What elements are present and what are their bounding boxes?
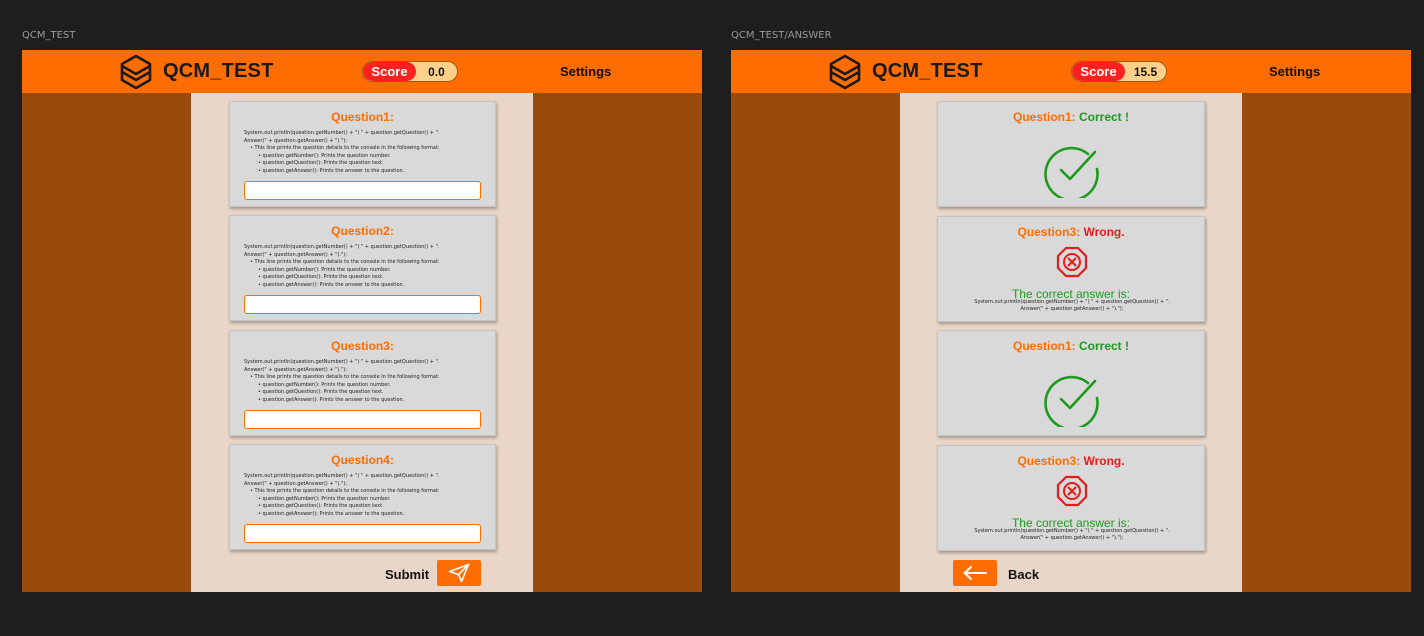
arrow-left-icon bbox=[963, 566, 987, 580]
question-number: Question1: bbox=[1012, 339, 1076, 353]
score-label: Score bbox=[363, 62, 416, 81]
top-bar: QCM_TEST Score 15.5 Settings bbox=[731, 50, 1411, 93]
question-title: Question4: bbox=[331, 453, 394, 467]
question-title: Question1: bbox=[331, 110, 394, 124]
code-line: Answer(" + question.getAnswer() + ")."); bbox=[244, 251, 347, 258]
score-badge: Score 15.5 bbox=[1071, 61, 1167, 82]
x-octagon-icon bbox=[1056, 246, 1088, 278]
app-title[interactable]: QCM_TEST bbox=[872, 60, 983, 83]
list-item: question.getNumber(): Prints the questio… bbox=[244, 267, 489, 275]
result-title: Question3: Wrong. bbox=[938, 454, 1204, 468]
verdict-wrong: Wrong. bbox=[1083, 454, 1125, 468]
code-line: System.out.println(question.getNumber() … bbox=[244, 473, 440, 479]
question-card: Question1: System.out.println(question.g… bbox=[229, 101, 496, 207]
score-badge: Score 0.0 bbox=[362, 61, 458, 82]
list-item: question.getNumber(): Prints the questio… bbox=[244, 496, 489, 504]
code-line: Answer(" + question.getAnswer() + ")."); bbox=[1020, 535, 1124, 541]
question-title: Question3: bbox=[331, 339, 394, 353]
question-text: System.out.println(question.getNumber() … bbox=[244, 359, 489, 404]
result-card: Question1: Correct ! bbox=[937, 330, 1205, 436]
question-panel: Question1: System.out.println(question.g… bbox=[191, 93, 533, 592]
check-circle-icon bbox=[1044, 375, 1099, 427]
question-number: Question1: bbox=[1012, 110, 1076, 124]
code-line: System.out.println(question.getNumber() … bbox=[244, 244, 440, 250]
score-label: Score bbox=[1072, 62, 1125, 81]
result-card: Question3: Wrong. The correct answer is:… bbox=[937, 445, 1205, 551]
list-item: question.getQuestion(): Prints the quest… bbox=[244, 389, 489, 397]
question-text: System.out.println(question.getNumber() … bbox=[244, 473, 489, 518]
explanation: This line prints the question details to… bbox=[244, 145, 489, 153]
cube-logo-icon[interactable] bbox=[119, 54, 153, 90]
code-line: Answer(" + question.getAnswer() + ")."); bbox=[244, 137, 347, 144]
code-line: Answer(" + question.getAnswer() + ")."); bbox=[244, 480, 347, 487]
explanation: This line prints the question details to… bbox=[244, 374, 489, 382]
back-button[interactable] bbox=[953, 560, 997, 586]
question-card: Question4: System.out.println(question.g… bbox=[229, 444, 496, 550]
check-circle-icon bbox=[1044, 146, 1099, 198]
qcm-test-screen: QCM_TEST Score 0.0 Settings Question1: S… bbox=[22, 50, 702, 592]
list-item: question.getAnswer(): Prints the answer … bbox=[244, 511, 489, 519]
settings-link[interactable]: Settings bbox=[1269, 64, 1320, 79]
answer-input[interactable] bbox=[244, 295, 481, 314]
list-item: question.getQuestion(): Prints the quest… bbox=[244, 274, 489, 282]
code-line: System.out.println(question.getNumber() … bbox=[244, 359, 440, 365]
score-value: 15.5 bbox=[1133, 64, 1158, 79]
result-title: Question1: Correct ! bbox=[938, 339, 1204, 353]
results-panel: Question1: Correct ! Question3: Wrong. T… bbox=[900, 93, 1242, 592]
question-title: Question2: bbox=[331, 224, 394, 238]
list-item: question.getQuestion(): Prints the quest… bbox=[244, 503, 489, 511]
settings-link[interactable]: Settings bbox=[560, 64, 611, 79]
list-item: question.getNumber(): Prints the questio… bbox=[244, 382, 489, 390]
correct-answer-text: System.out.println(question.getNumber() … bbox=[948, 299, 1196, 313]
verdict-wrong: Wrong. bbox=[1083, 225, 1125, 239]
result-card: Question3: Wrong. The correct answer is:… bbox=[937, 216, 1205, 322]
correct-answer-text: System.out.println(question.getNumber() … bbox=[948, 528, 1196, 542]
code-line: Answer(" + question.getAnswer() + ")."); bbox=[244, 366, 347, 373]
answer-input[interactable] bbox=[244, 181, 481, 200]
verdict-correct: Correct ! bbox=[1079, 110, 1130, 124]
explanation: This line prints the question details to… bbox=[244, 259, 489, 267]
list-item: question.getQuestion(): Prints the quest… bbox=[244, 160, 489, 168]
list-item: question.getNumber(): Prints the questio… bbox=[244, 153, 489, 161]
code-line: System.out.println(question.getNumber() … bbox=[974, 299, 1170, 305]
answer-input[interactable] bbox=[244, 524, 481, 543]
list-item: question.getAnswer(): Prints the answer … bbox=[244, 168, 489, 176]
question-text: System.out.println(question.getNumber() … bbox=[244, 244, 489, 289]
result-title: Question1: Correct ! bbox=[938, 110, 1204, 124]
list-item: question.getAnswer(): Prints the answer … bbox=[244, 282, 489, 290]
cube-logo-icon[interactable] bbox=[828, 54, 862, 90]
result-card: Question1: Correct ! bbox=[937, 101, 1205, 207]
question-number: Question3: bbox=[1017, 225, 1081, 239]
code-line: System.out.println(question.getNumber() … bbox=[244, 130, 440, 136]
score-value: 0.0 bbox=[428, 64, 445, 79]
answer-input[interactable] bbox=[244, 410, 481, 429]
back-label[interactable]: Back bbox=[1008, 567, 1039, 582]
question-text: System.out.println(question.getNumber() … bbox=[244, 130, 489, 175]
qcm-answer-screen: QCM_TEST Score 15.5 Settings Question1: … bbox=[731, 50, 1411, 592]
list-item: question.getAnswer(): Prints the answer … bbox=[244, 397, 489, 405]
result-title: Question3: Wrong. bbox=[938, 225, 1204, 239]
send-icon bbox=[448, 563, 470, 583]
frame-label-test: QCM_TEST bbox=[22, 30, 76, 41]
verdict-correct: Correct ! bbox=[1079, 339, 1130, 353]
app-title[interactable]: QCM_TEST bbox=[163, 60, 274, 83]
explanation: This line prints the question details to… bbox=[244, 488, 489, 496]
code-line: Answer(" + question.getAnswer() + ")."); bbox=[1020, 306, 1124, 312]
frame-label-answer: QCM_TEST/ANSWER bbox=[731, 30, 832, 41]
top-bar: QCM_TEST Score 0.0 Settings bbox=[22, 50, 702, 93]
question-card: Question3: System.out.println(question.g… bbox=[229, 330, 496, 436]
x-octagon-icon bbox=[1056, 475, 1088, 507]
question-number: Question3: bbox=[1017, 454, 1081, 468]
question-card: Question2: System.out.println(question.g… bbox=[229, 215, 496, 321]
submit-button[interactable] bbox=[437, 560, 481, 586]
code-line: System.out.println(question.getNumber() … bbox=[974, 528, 1170, 534]
submit-label[interactable]: Submit bbox=[385, 567, 429, 582]
